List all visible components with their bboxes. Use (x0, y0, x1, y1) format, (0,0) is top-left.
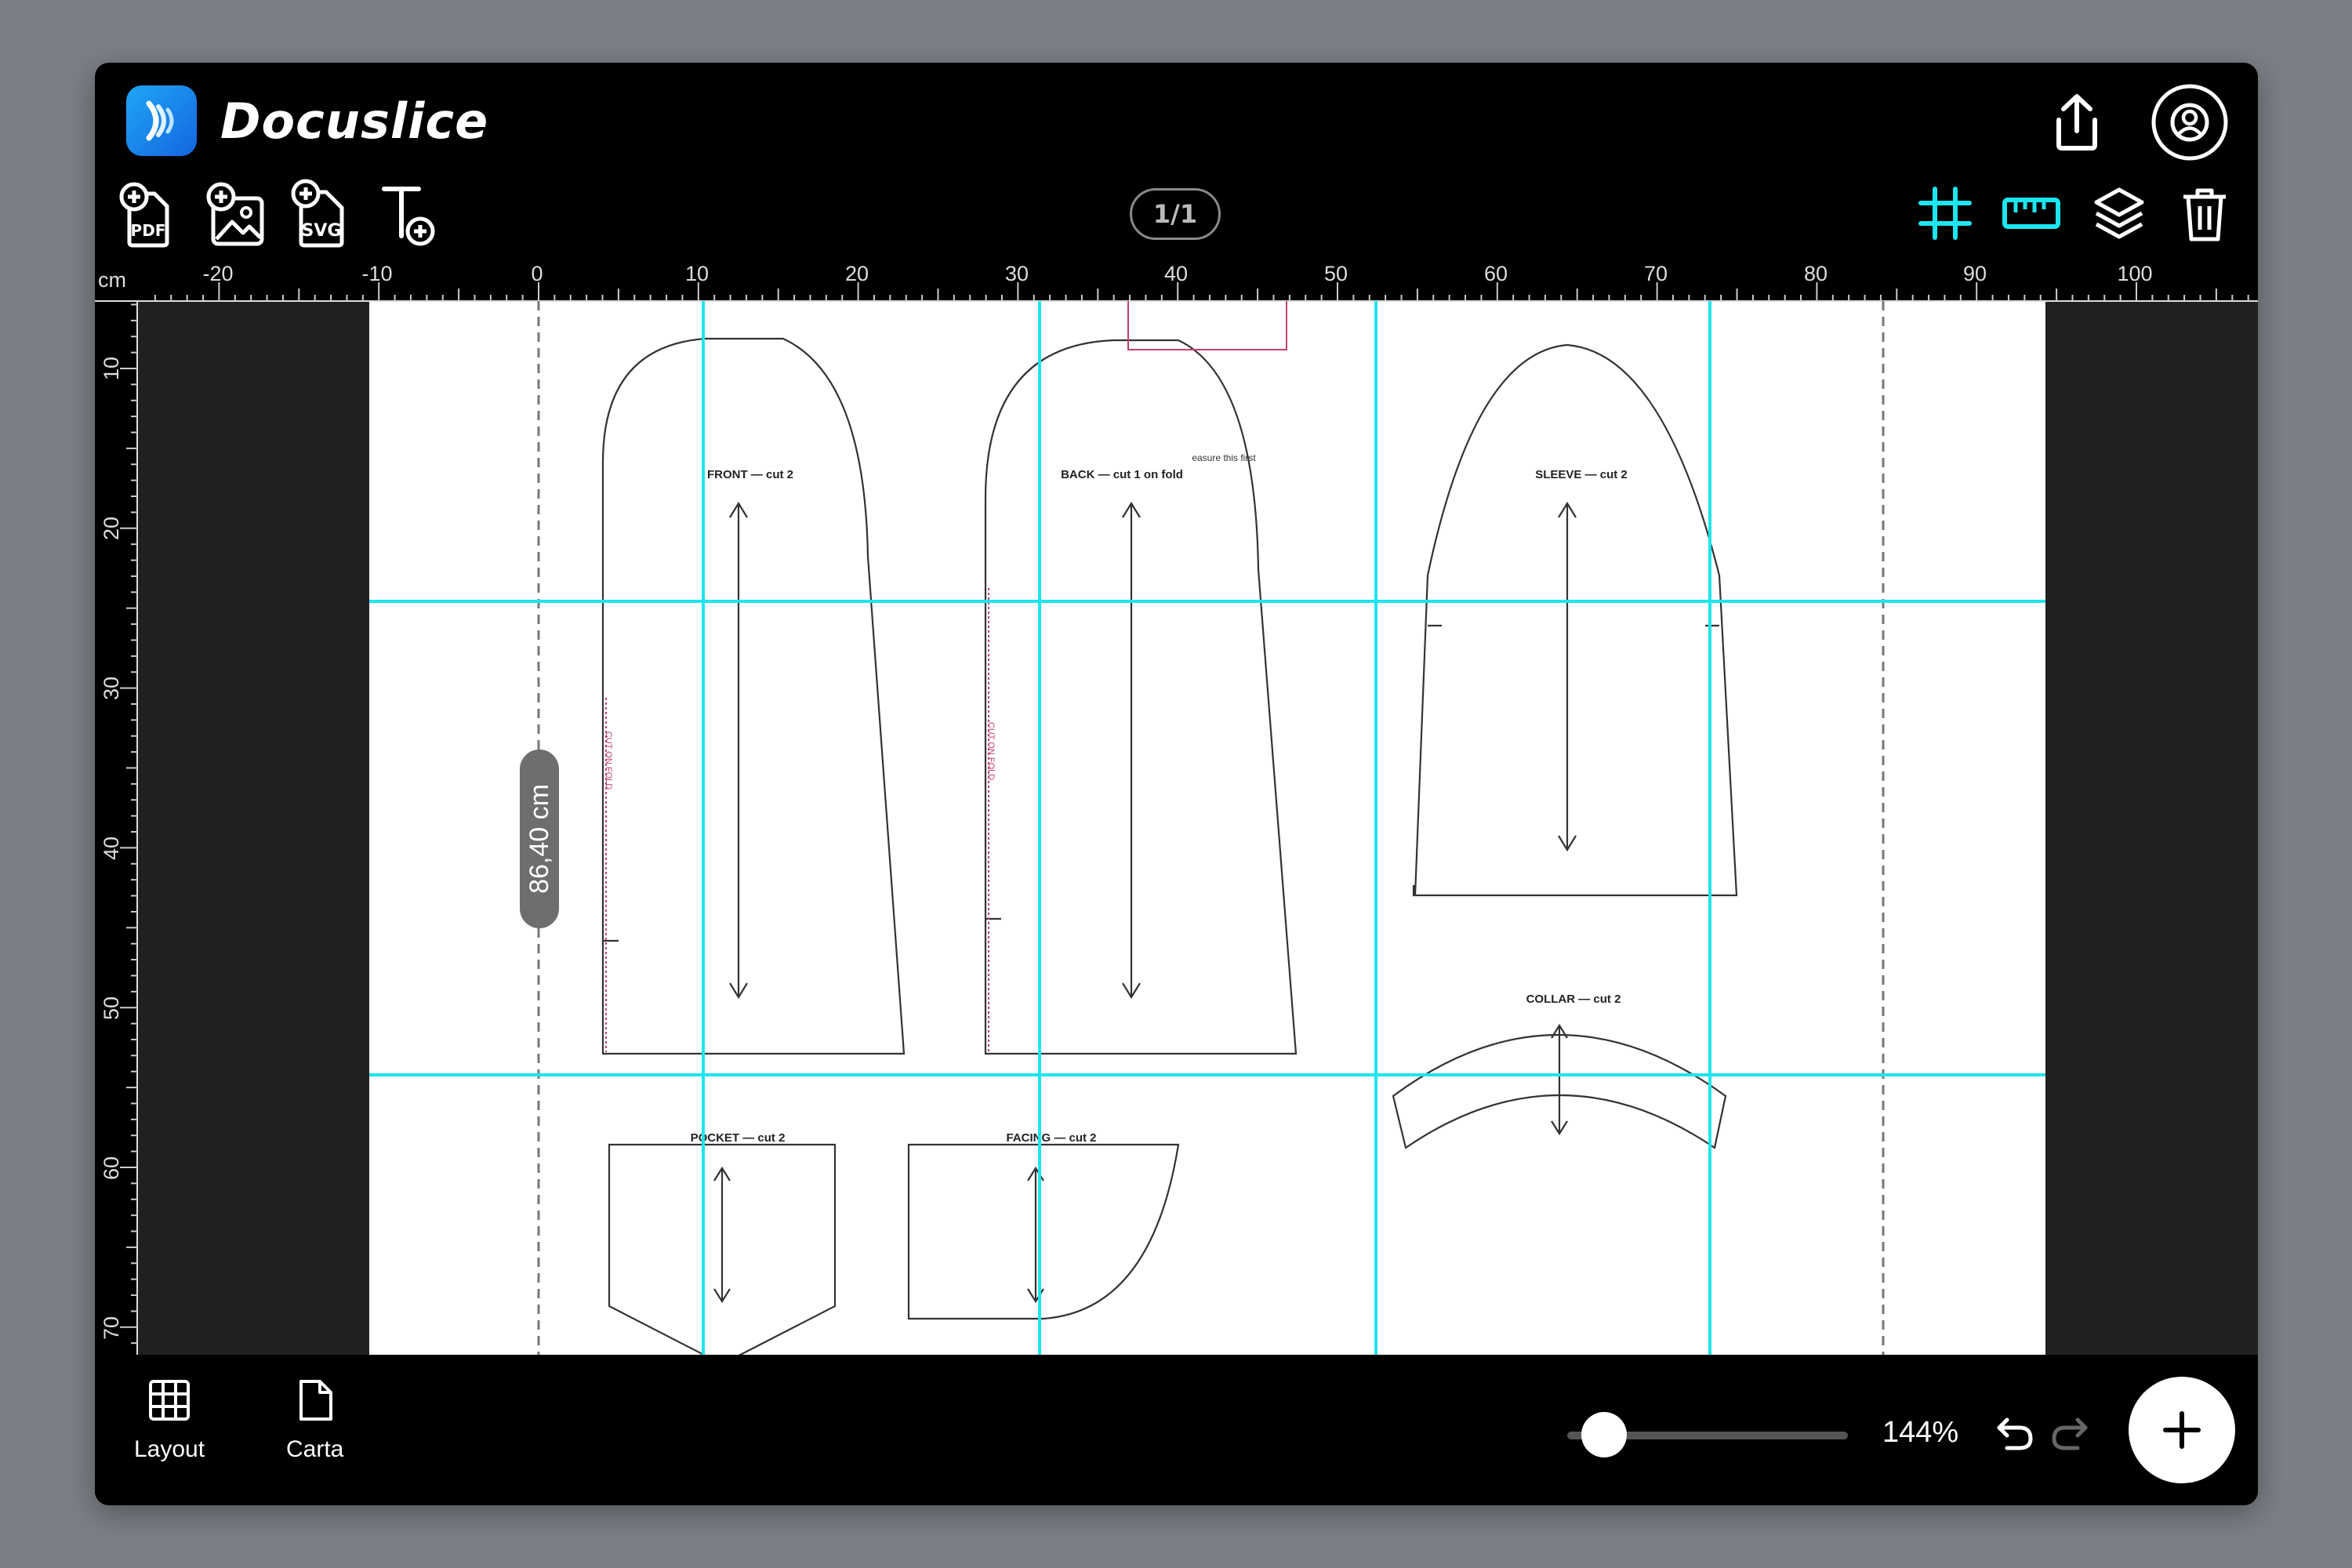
h-ruler-label: 100 (2117, 262, 2152, 285)
layout-grid-icon (149, 1380, 191, 1421)
bottom-bar: Layout Carta 144% (95, 1355, 2258, 1505)
h-ruler-label: 50 (1324, 262, 1348, 285)
ruler-toggle-button[interactable] (2002, 191, 2061, 235)
h-ruler-label: 70 (1644, 262, 1668, 285)
paper-tab[interactable]: Carta (286, 1378, 343, 1463)
v-ruler-label: 20 (100, 517, 123, 540)
page-indicator[interactable]: 1/1 (1130, 188, 1221, 240)
grid-toggle-button[interactable] (1917, 185, 1973, 241)
h-ruler-label: 80 (1804, 262, 1828, 285)
layers-button[interactable] (2091, 185, 2147, 241)
add-text-icon (382, 187, 435, 246)
brand: Docuslice (126, 82, 488, 160)
layout-tab-label: Layout (134, 1436, 205, 1462)
delete-button[interactable] (2177, 183, 2232, 245)
ruler-icon (2002, 198, 2060, 229)
piece-label-back: BACK — cut 1 on fold (1061, 468, 1183, 481)
h-ruler-label: 60 (1484, 262, 1508, 285)
add-text-button[interactable] (379, 180, 440, 249)
workspace-svg: cm -20 -10 0 10 20 30 40 50 60 70 80 90 … (95, 259, 2258, 1419)
ruler-unit: cm (98, 268, 126, 292)
add-image-icon (206, 182, 264, 246)
grid-icon (1918, 187, 1972, 240)
h-ruler-label: 30 (1005, 262, 1029, 285)
user-circle-icon (2151, 84, 2228, 161)
paper-tab-label: Carta (286, 1436, 344, 1462)
redo-icon (2052, 1417, 2088, 1450)
v-ruler-label: 40 (100, 837, 123, 860)
v-ruler-label: 10 (100, 357, 123, 380)
measurement-value: 86,40 cm (524, 784, 554, 894)
app-title: Docuslice (220, 92, 489, 150)
account-button[interactable] (2147, 80, 2232, 165)
v-ruler-label: 60 (100, 1156, 123, 1180)
share-icon (2056, 94, 2097, 151)
app-window: Docuslice PDF SVG 1/1 cm -20 -10 0 10 20… (95, 63, 2258, 1505)
fold-label: CUT ON FOLD (604, 731, 613, 789)
h-ruler-label: -20 (202, 262, 233, 285)
h-ruler-label: 40 (1164, 262, 1188, 285)
h-ruler-label: 0 (531, 262, 543, 285)
measure-note: easure this first (1192, 452, 1256, 463)
zoom-slider-handle[interactable] (1581, 1412, 1627, 1457)
trash-icon (2183, 188, 2226, 241)
share-button[interactable] (2039, 85, 2114, 160)
v-ruler-label: 30 (100, 677, 123, 700)
undo-button[interactable] (1992, 1411, 2038, 1457)
h-ruler-label: 10 (685, 262, 709, 285)
document-icon (299, 1380, 332, 1421)
v-ruler-label: 70 (100, 1316, 123, 1340)
h-ruler-label: 20 (845, 262, 869, 285)
piece-label-facing: FACING — cut 2 (1006, 1131, 1096, 1145)
workspace: cm -20 -10 0 10 20 30 40 50 60 70 80 90 … (95, 259, 2258, 1419)
piece-label-collar: COLLAR — cut 2 (1526, 993, 1621, 1006)
pdf-label: PDF (131, 221, 166, 240)
docuslice-logo-icon (126, 85, 197, 156)
fold-label: CUT ON FOLD (986, 722, 996, 780)
redo-button[interactable] (2047, 1411, 2092, 1457)
add-pdf-icon: PDF (119, 182, 169, 248)
v-ruler-label: 50 (100, 996, 123, 1020)
zoom-level: 144% (1882, 1416, 1959, 1449)
piece-label-sleeve: SLEEVE — cut 2 (1535, 468, 1628, 481)
svg-label: SVG (302, 221, 342, 241)
add-pdf-button[interactable]: PDF (118, 180, 178, 249)
measurement-pill[interactable]: 86,40 cm (520, 750, 559, 928)
add-svg-icon: SVG (291, 179, 344, 248)
layers-icon (2094, 187, 2144, 239)
h-ruler-label: 90 (1963, 262, 1987, 285)
add-image-button[interactable] (205, 180, 269, 249)
add-svg-button[interactable]: SVG (289, 177, 354, 249)
piece-label-front: FRONT — cut 2 (707, 468, 793, 481)
h-ruler-label: -10 (361, 262, 392, 285)
plus-icon (2163, 1411, 2201, 1449)
undo-icon (1997, 1417, 2033, 1450)
layout-tab[interactable]: Layout (134, 1378, 205, 1463)
add-button[interactable] (2129, 1377, 2235, 1483)
